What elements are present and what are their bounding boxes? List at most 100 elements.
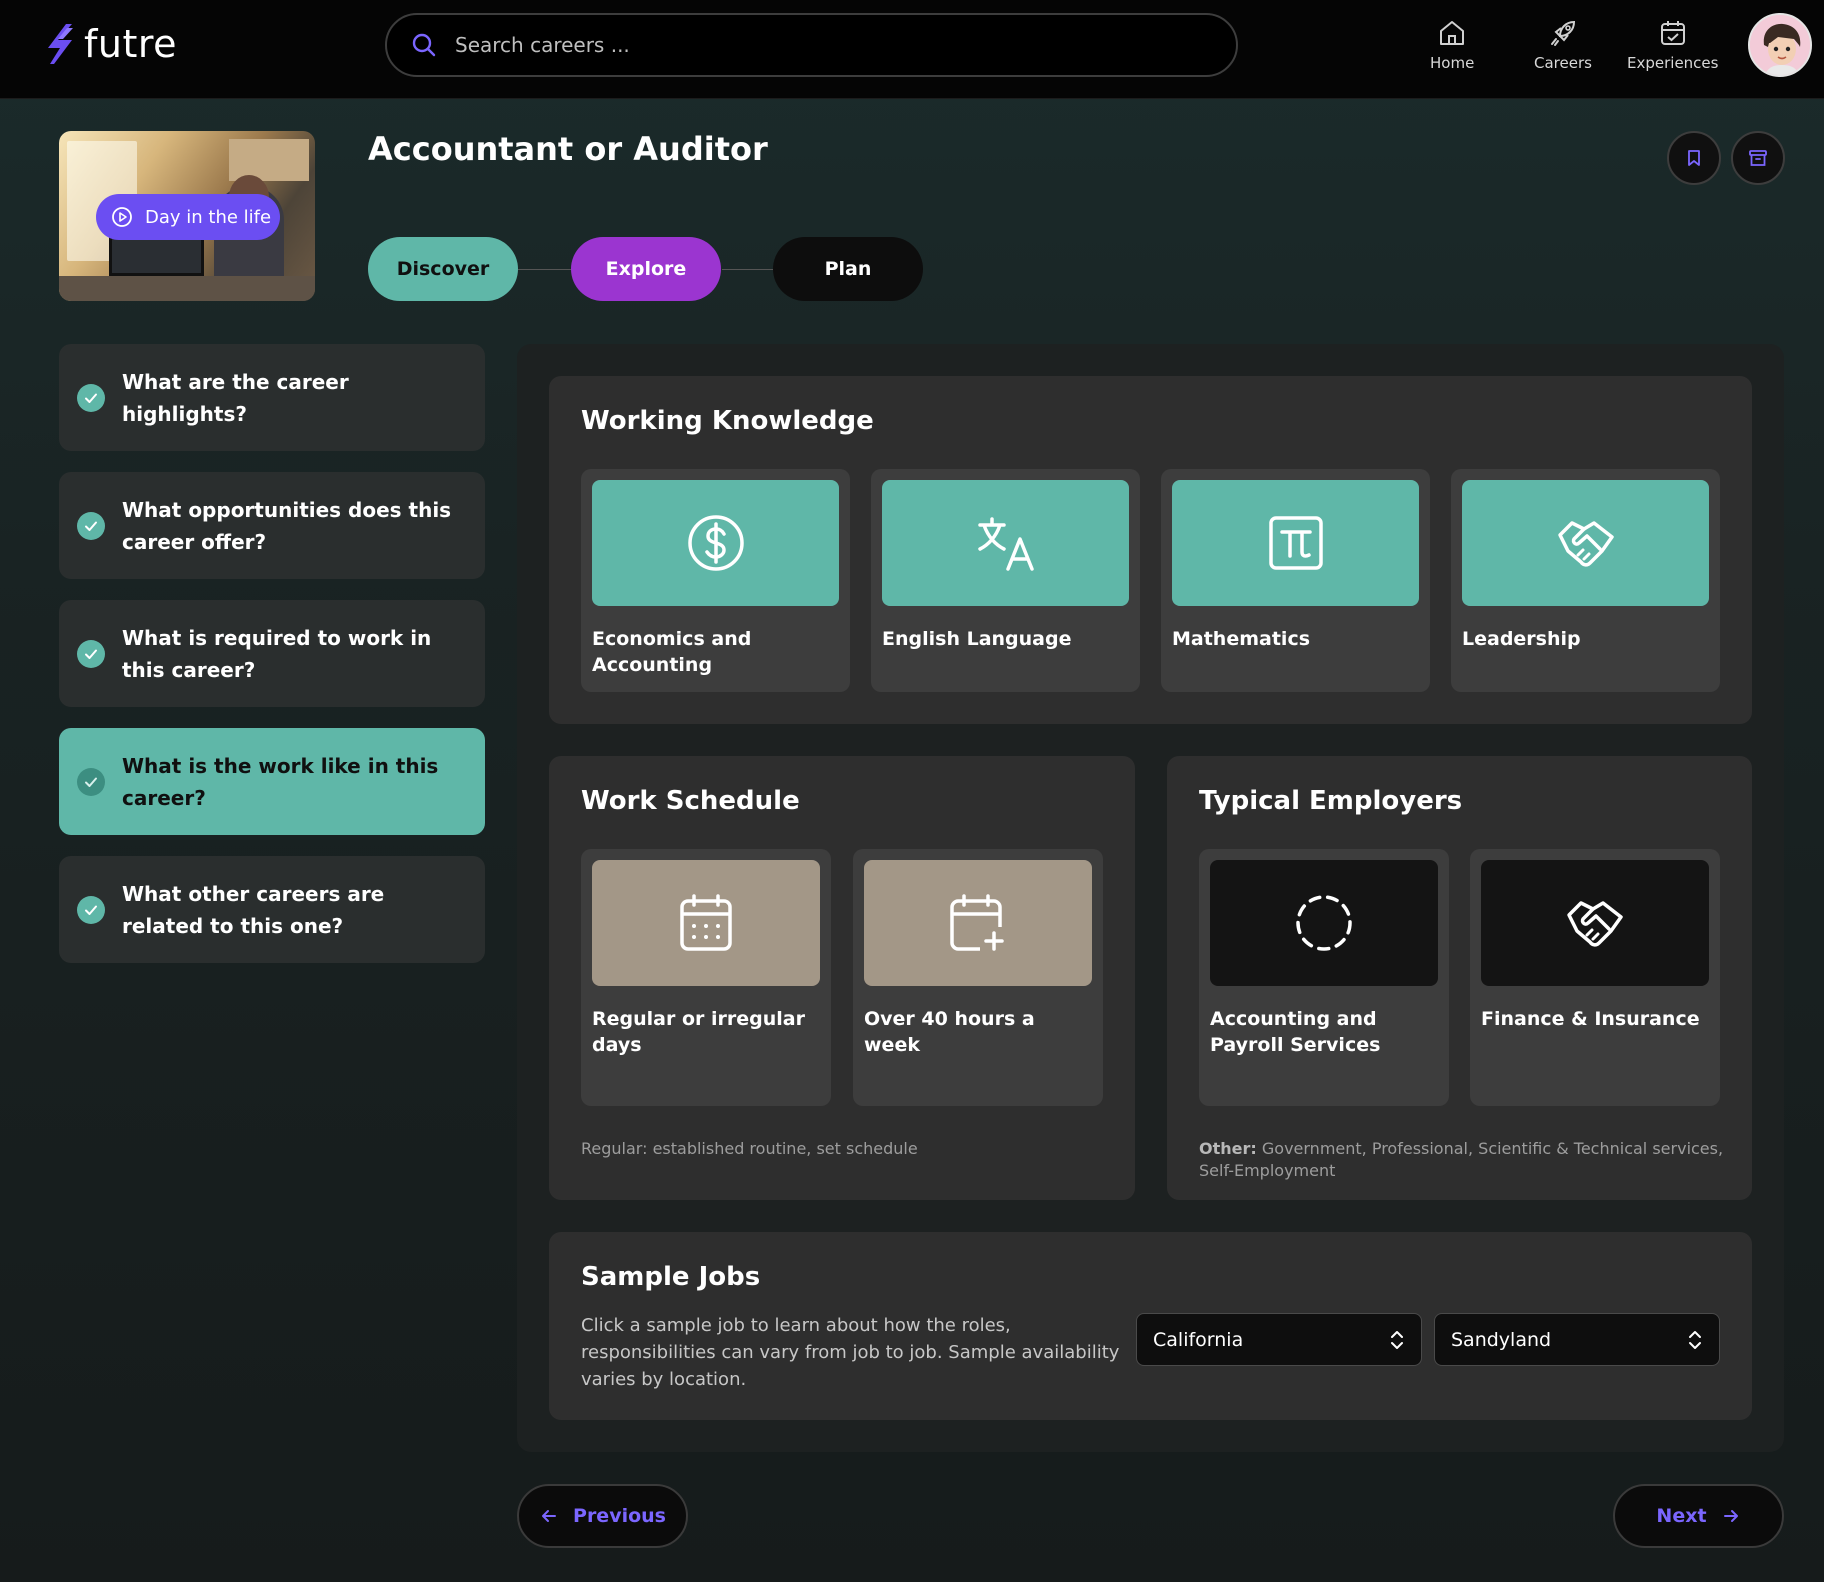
- career-title: Accountant or Auditor: [368, 130, 768, 168]
- employer-tile-accounting-payroll[interactable]: Accounting and Payroll Services: [1199, 849, 1449, 1106]
- employer-tile-image: [1210, 860, 1438, 986]
- step-explore[interactable]: Explore: [571, 237, 721, 301]
- question-label: What opportunities does this career offe…: [122, 497, 452, 554]
- calendar-plus-icon: [950, 894, 1004, 951]
- note-text: Government, Professional, Scientific & T…: [1199, 1139, 1724, 1180]
- sample-jobs-description: Click a sample job to learn about how th…: [581, 1315, 1120, 1390]
- translate-icon: [977, 517, 1034, 571]
- knowledge-tile-label: Leadership: [1462, 628, 1581, 650]
- step-discover[interactable]: Discover: [368, 237, 518, 301]
- state-select[interactable]: California: [1136, 1313, 1422, 1366]
- nav-home[interactable]: Home: [1430, 18, 1474, 72]
- step-connector: [518, 269, 572, 270]
- nav-experiences[interactable]: Experiences: [1627, 18, 1718, 72]
- check-icon: [77, 767, 105, 796]
- question-label: What other careers are related to this o…: [122, 881, 385, 938]
- typical-employers-title: Typical Employers: [1199, 786, 1463, 816]
- question-career-opportunities[interactable]: What opportunities does this career offe…: [59, 472, 485, 579]
- top-navigation-bar: futre Home Careers Experie: [0, 0, 1824, 99]
- work-schedule-section: Work Schedule Regular or irregular days: [549, 756, 1135, 1200]
- sample-jobs-title: Sample Jobs: [581, 1262, 761, 1292]
- check-icon: [77, 511, 105, 540]
- arrow-right-icon: [1723, 1510, 1738, 1522]
- nav-experiences-label: Experiences: [1627, 54, 1719, 72]
- knowledge-tile-image: [592, 480, 839, 606]
- knowledge-tile-image: [1172, 480, 1419, 606]
- employer-tile-label: Accounting and Payroll Services: [1210, 1008, 1381, 1056]
- bookmark-button[interactable]: [1667, 131, 1721, 185]
- next-button[interactable]: Next: [1613, 1484, 1784, 1548]
- calendar-check-icon: [1660, 21, 1685, 45]
- sample-jobs-section: Sample Jobs Click a sample job to learn …: [549, 1232, 1752, 1420]
- question-label: What is required to work in this career?: [122, 625, 432, 682]
- day-in-the-life-button[interactable]: Day in the life: [96, 194, 280, 240]
- knowledge-tile-economics[interactable]: Economics and Accounting: [581, 469, 850, 692]
- employer-tile-image: [1481, 860, 1709, 986]
- schedule-tile-days[interactable]: Regular or irregular days: [581, 849, 831, 1106]
- schedule-tile-hours[interactable]: Over 40 hours a week: [853, 849, 1103, 1106]
- nav-careers[interactable]: Careers: [1534, 18, 1592, 72]
- calendar-icon: [680, 894, 732, 951]
- employer-tile-finance-insurance[interactable]: Finance & Insurance: [1470, 849, 1720, 1106]
- working-knowledge-section: Working Knowledge Economics and Accounti…: [549, 376, 1752, 724]
- archive-button[interactable]: [1731, 131, 1785, 185]
- rocket-icon: [1550, 20, 1575, 46]
- bookmark-icon: [1688, 150, 1700, 166]
- knowledge-tile-label: Mathematics: [1172, 628, 1311, 650]
- knowledge-tile-label: English Language: [882, 628, 1072, 650]
- knowledge-tile-english[interactable]: English Language: [871, 469, 1140, 692]
- archive-icon: [1749, 150, 1767, 166]
- schedule-tile-image: [864, 860, 1092, 986]
- work-schedule-title: Work Schedule: [581, 786, 800, 816]
- career-steps: Discover Explore Plan: [368, 237, 924, 301]
- question-career-requirements[interactable]: What is required to work in this career?: [59, 600, 485, 707]
- employer-tile-label: Finance & Insurance: [1481, 1008, 1700, 1030]
- play-circle-icon: [112, 207, 132, 227]
- knowledge-tile-mathematics[interactable]: Mathematics: [1161, 469, 1430, 692]
- thumbnail-desk: [59, 276, 315, 301]
- city-select-value: Sandyland: [1451, 1328, 1552, 1351]
- arrow-left-icon: [542, 1510, 557, 1522]
- question-work-like[interactable]: What is the work like in this career?: [59, 728, 485, 835]
- question-label: What are the career highlights?: [122, 369, 349, 426]
- knowledge-tile-label: Economics and Accounting: [592, 628, 752, 676]
- handshake-icon: [1567, 901, 1623, 947]
- question-career-highlights[interactable]: What are the career highlights?: [59, 344, 485, 451]
- logo-text: futre: [84, 22, 178, 66]
- futre-logo[interactable]: futre: [46, 22, 177, 66]
- nav-home-label: Home: [1430, 54, 1475, 72]
- thumbnail-shelf: [229, 139, 309, 181]
- pi-icon: [1268, 516, 1323, 570]
- previous-label: Previous: [573, 1505, 666, 1527]
- schedule-tile-label: Regular or irregular days: [592, 1008, 805, 1056]
- question-label: What is the work like in this career?: [122, 753, 439, 810]
- check-icon: [77, 639, 105, 668]
- dollar-circle-icon: [687, 515, 744, 571]
- chevron-up-down-icon: [1391, 1331, 1403, 1349]
- city-select[interactable]: Sandyland: [1434, 1313, 1720, 1366]
- next-label: Next: [1656, 1505, 1707, 1527]
- typical-employers-section: Typical Employers Accounting and Payroll…: [1167, 756, 1752, 1200]
- schedule-tile-image: [592, 860, 820, 986]
- user-avatar[interactable]: [1748, 13, 1812, 77]
- step-plan[interactable]: Plan: [773, 237, 923, 301]
- note-label: Other:: [1199, 1139, 1257, 1158]
- check-icon: [77, 383, 105, 412]
- check-icon: [77, 895, 105, 924]
- question-related-careers[interactable]: What other careers are related to this o…: [59, 856, 485, 963]
- avatar-illustration: [1750, 15, 1810, 75]
- knowledge-tile-image: [882, 480, 1129, 606]
- knowledge-tile-leadership[interactable]: Leadership: [1451, 469, 1720, 692]
- search-input[interactable]: [455, 33, 1215, 57]
- step-connector: [722, 269, 776, 270]
- knowledge-tile-image: [1462, 480, 1709, 606]
- main-content-panel: Working Knowledge Economics and Accounti…: [517, 344, 1784, 1452]
- chevron-up-down-icon: [1689, 1331, 1701, 1349]
- schedule-tile-label: Over 40 hours a week: [864, 1008, 1035, 1056]
- search-icon: [412, 33, 436, 57]
- previous-button[interactable]: Previous: [517, 1484, 688, 1548]
- search-bar[interactable]: [385, 13, 1238, 77]
- typical-employers-note: Other: Government, Professional, Scienti…: [1199, 1138, 1724, 1182]
- dashed-circle-icon: [1296, 895, 1352, 951]
- work-schedule-note: Regular: established routine, set schedu…: [581, 1139, 918, 1158]
